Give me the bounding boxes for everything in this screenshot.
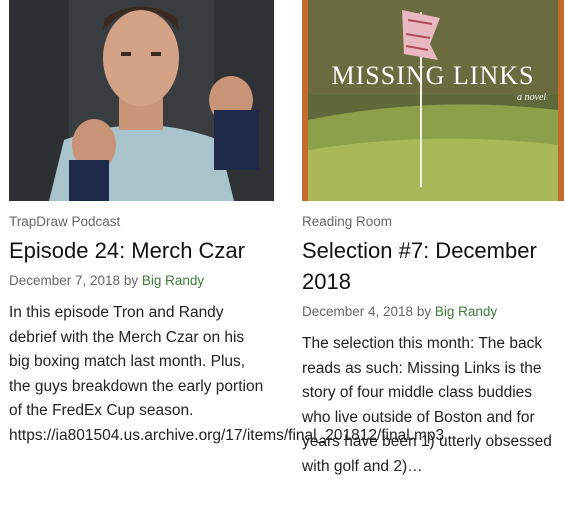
missing-links-cover-image: MISSING LINKS a novel: [302, 0, 564, 201]
post-author-link[interactable]: Big Randy: [435, 304, 497, 319]
post-card-episode-24: TrapDraw Podcast Episode 24: Merch Czar …: [9, 0, 445, 448]
boxer-image: [9, 0, 274, 201]
post-thumbnail-boxer[interactable]: [9, 0, 274, 201]
post-meta: December 4, 2018 by Big Randy: [302, 303, 564, 321]
post-excerpt: The selection this month: The back reads…: [302, 335, 552, 475]
cover-title: MISSING LINKS: [332, 61, 535, 90]
post-category[interactable]: Reading Room: [302, 214, 564, 230]
post-excerpt-text: In this episode Tron and Randy debrief w…: [9, 304, 264, 419]
post-date: December 7, 2018: [9, 273, 121, 288]
post-excerpt: In this episode Tron and Randy debrief w…: [9, 301, 445, 448]
post-title[interactable]: Selection #7: December 2018: [302, 235, 564, 297]
post-category[interactable]: TrapDraw Podcast: [9, 214, 274, 230]
post-author-link[interactable]: Big Randy: [142, 273, 204, 288]
post-by: by: [416, 304, 432, 319]
post-by: by: [123, 273, 139, 288]
post-card-selection-7: MISSING LINKS a novel Reading Room Selec…: [302, 0, 564, 479]
post-thumbnail-missing-links[interactable]: MISSING LINKS a novel: [302, 0, 564, 201]
post-excerpt-url: https://ia801504.us.archive.org/17/items…: [9, 426, 445, 444]
post-date: December 4, 2018: [302, 304, 414, 319]
post-meta: December 7, 2018 by Big Randy: [9, 272, 274, 290]
cover-subtitle: a novel: [517, 92, 546, 103]
post-title[interactable]: Episode 24: Merch Czar: [9, 235, 274, 266]
